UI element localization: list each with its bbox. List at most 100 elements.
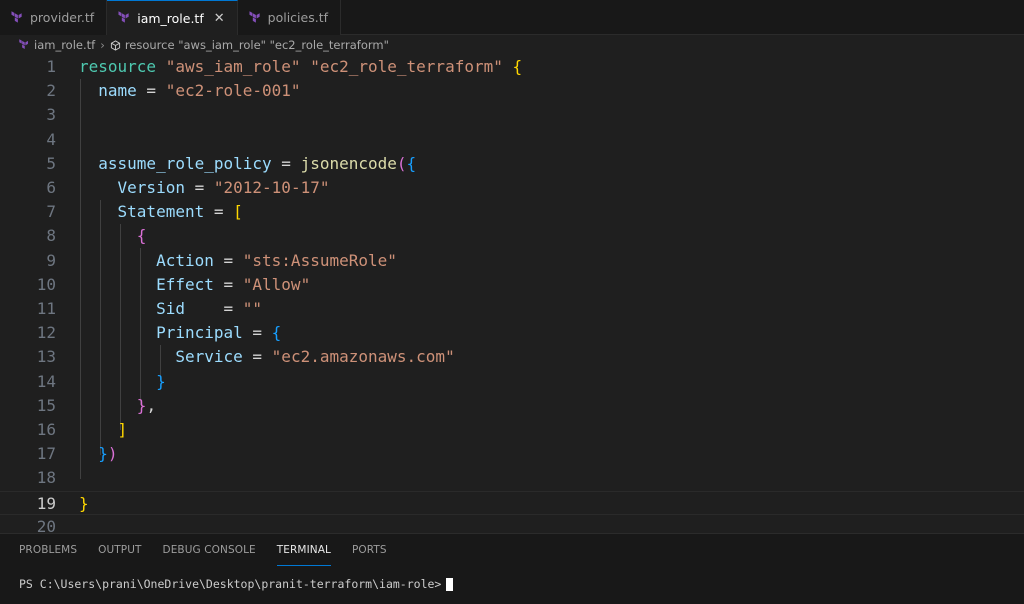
- line-number: 16: [36, 420, 56, 439]
- code-token: =: [271, 153, 301, 173]
- code-token: "sts:AssumeRole": [242, 250, 397, 270]
- line-number: 7: [46, 202, 56, 222]
- chevron-right-icon: ›: [100, 38, 105, 52]
- code-text: Version = "2012-10-17": [79, 176, 330, 200]
- code-line[interactable]: 2 name = "ec2-role-001": [0, 79, 1024, 103]
- code-token: {: [512, 57, 523, 76]
- code-token: Version: [117, 178, 185, 197]
- code-line[interactable]: 13 Service = "ec2.amazonaws.com": [0, 345, 1024, 369]
- code-line[interactable]: 10 Effect = "Allow": [0, 273, 1024, 297]
- code-token: ): [107, 444, 118, 464]
- code-line[interactable]: 16 ]: [0, 418, 1024, 442]
- tab-provider-tf[interactable]: provider.tf: [0, 0, 108, 35]
- line-number: 4: [46, 129, 56, 149]
- code-token: {: [406, 153, 417, 173]
- breadcrumb: iam_role.tf › resource "aws_iam_role" "e…: [0, 35, 1024, 55]
- line-number: 6: [46, 178, 56, 197]
- code-line[interactable]: 12 Principal = {: [0, 321, 1024, 345]
- tab-label: iam_role.tf: [137, 10, 204, 26]
- code-line[interactable]: 3: [0, 103, 1024, 127]
- code-token: name: [98, 81, 137, 101]
- code-token: Effect: [156, 274, 214, 294]
- tab-debug-console[interactable]: DEBUG CONSOLE: [163, 534, 256, 566]
- symbol-cube-icon: [110, 39, 120, 51]
- tab-problems[interactable]: PROBLEMS: [19, 534, 77, 566]
- line-number: 3: [46, 105, 56, 125]
- code-text: Sid = "": [79, 297, 262, 321]
- code-token: Statement: [117, 202, 205, 222]
- terraform-file-icon: [11, 10, 22, 23]
- code-editor[interactable]: 1 resource "aws_iam_role" "ec2_role_terra…: [0, 55, 1024, 533]
- tab-output[interactable]: OUTPUT: [98, 534, 141, 566]
- code-line[interactable]: 9 Action = "sts:AssumeRole": [0, 249, 1024, 273]
- code-token: resource: [79, 57, 157, 76]
- code-text: Action = "sts:AssumeRole": [79, 249, 397, 273]
- code-text: }): [79, 442, 118, 466]
- code-line[interactable]: 20: [0, 515, 1024, 533]
- code-line[interactable]: 5 assume_role_policy = jsonencode({: [0, 152, 1024, 176]
- close-icon[interactable]: ✕: [214, 11, 225, 26]
- tab-iam-role-tf[interactable]: iam_role.tf ✕: [107, 0, 238, 35]
- code-line[interactable]: 17 }): [0, 442, 1024, 466]
- line-number: 10: [36, 274, 56, 294]
- code-line[interactable]: 11 Sid = "": [0, 297, 1024, 321]
- code-line[interactable]: 1 resource "aws_iam_role" "ec2_role_terra…: [0, 55, 1024, 79]
- panel-tabs: PROBLEMS OUTPUT DEBUG CONSOLE TERMINAL P…: [0, 534, 408, 566]
- code-text: resource "aws_iam_role" "ec2_role_terraf…: [79, 55, 522, 79]
- code-text: {: [79, 224, 147, 248]
- code-token: Principal: [156, 323, 243, 343]
- code-token: "2012-10-17": [213, 178, 330, 197]
- code-line[interactable]: 15 },: [0, 394, 1024, 418]
- terraform-file-icon: [249, 10, 260, 23]
- terminal-prompt: PS C:\Users\prani\OneDrive\Desktop\prani…: [19, 577, 442, 591]
- line-number: 17: [36, 444, 56, 464]
- code-token: }: [79, 493, 89, 513]
- code-token: "ec2_role_terraform": [310, 57, 503, 76]
- code-line[interactable]: 18: [0, 466, 1024, 490]
- code-token: =: [213, 250, 243, 270]
- line-number: 15: [36, 395, 56, 415]
- code-token: "aws_iam_role": [165, 57, 301, 76]
- code-line[interactable]: 6 Version = "2012-10-17": [0, 176, 1024, 200]
- tab-label: provider.tf: [30, 10, 95, 25]
- line-number: 14: [36, 371, 56, 391]
- tab-policies-tf[interactable]: policies.tf: [237, 0, 341, 35]
- code-text: }: [79, 370, 166, 394]
- code-line[interactable]: 4: [0, 128, 1024, 152]
- tab-terminal[interactable]: TERMINAL: [276, 534, 331, 566]
- tab-ports[interactable]: PORTS: [352, 534, 387, 566]
- editor-tab-bar: provider.tf iam_role.tf ✕ policies.tf: [0, 0, 1024, 35]
- code-line[interactable]: 7 Statement = [: [0, 200, 1024, 224]
- line-number: 20: [36, 516, 56, 533]
- code-text: assume_role_policy = jsonencode({: [79, 152, 416, 176]
- code-token: =: [213, 274, 243, 294]
- code-token: }: [156, 371, 166, 391]
- code-token: =: [136, 81, 166, 101]
- terminal-area[interactable]: PS C:\Users\prani\OneDrive\Desktop\prani…: [19, 577, 454, 591]
- breadcrumb-file[interactable]: iam_role.tf: [34, 38, 95, 52]
- code-token: =: [242, 323, 272, 343]
- code-line[interactable]: 19}: [0, 490, 1024, 515]
- code-token: [: [233, 202, 243, 222]
- code-token: ,: [146, 395, 157, 415]
- line-number: 19: [36, 493, 56, 513]
- code-line[interactable]: 8 {: [0, 224, 1024, 248]
- code-line[interactable]: 14 }: [0, 370, 1024, 394]
- line-number: 11: [36, 299, 56, 318]
- breadcrumb-symbol[interactable]: resource "aws_iam_role" "ec2_role_terraf…: [125, 38, 389, 52]
- code-token: Service: [175, 347, 243, 367]
- code-token: Sid: [156, 299, 185, 318]
- code-token: =: [204, 202, 234, 222]
